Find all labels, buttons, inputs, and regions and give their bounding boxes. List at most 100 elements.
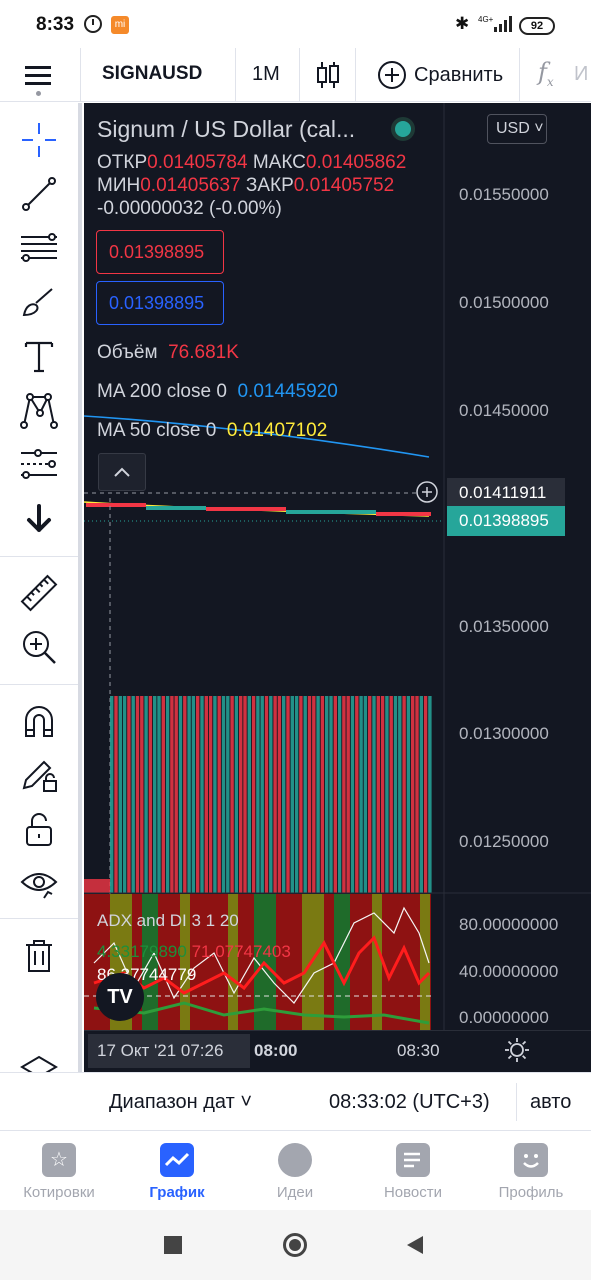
- volume-legend[interactable]: Объём 76.681K: [97, 342, 239, 364]
- lightbulb-icon: [278, 1143, 312, 1177]
- volume-bar: [161, 696, 165, 893]
- buy-button[interactable]: 0.01398895: [96, 281, 224, 325]
- volume-bar: [135, 696, 140, 893]
- volume-bar: [213, 696, 217, 893]
- volume-bar: [178, 696, 183, 893]
- high-value: 0.01405862: [305, 152, 407, 173]
- volume-bar: [256, 696, 260, 893]
- fib-retracement-icon[interactable]: [18, 227, 60, 269]
- trash-icon[interactable]: [18, 934, 60, 976]
- volume-value: 76.681K: [168, 342, 239, 363]
- volume-bar: [243, 696, 247, 893]
- volume-bar: [380, 696, 385, 893]
- ma200-legend[interactable]: MA 200 close 0 0.01445920: [97, 381, 338, 403]
- trend-line-icon[interactable]: [18, 173, 60, 215]
- ma200-value: 0.01445920: [237, 381, 338, 402]
- magnet-icon[interactable]: [18, 700, 60, 742]
- signal-icon: [494, 16, 512, 32]
- adx-level-0: 0.00000000: [459, 1008, 549, 1027]
- price-level-label: 0.01500000: [459, 293, 549, 312]
- currency-button[interactable]: USD ˅: [487, 114, 547, 144]
- forecast-icon[interactable]: [18, 443, 60, 485]
- settings-gear-icon[interactable]: [504, 1037, 530, 1063]
- currency-label: USD: [496, 120, 530, 137]
- volume-bar: [277, 696, 282, 893]
- volume-bar: [196, 696, 200, 893]
- ma200-label: MA 200 close 0: [97, 381, 227, 402]
- date-range-button[interactable]: Диапазон дат ˅: [109, 1091, 252, 1114]
- ruler-icon[interactable]: [18, 572, 60, 614]
- nav-quotes[interactable]: ☆ Котировки: [0, 1143, 118, 1201]
- unlock-icon[interactable]: [18, 808, 60, 850]
- chart-icon: [160, 1143, 194, 1177]
- lock-drawing-icon[interactable]: [18, 754, 60, 796]
- indicators-label[interactable]: И: [574, 63, 588, 86]
- volume-bar: [217, 696, 221, 893]
- nav-label-ideas: Идеи: [276, 1184, 314, 1201]
- volume-bar: [299, 696, 303, 893]
- volume-bar: [406, 696, 411, 893]
- volume-bar: [264, 696, 269, 893]
- volume-bar: [140, 696, 144, 893]
- chart-title[interactable]: Signum / US Dollar (cal...: [97, 116, 355, 143]
- recents-icon[interactable]: [164, 1236, 182, 1254]
- menu-icon[interactable]: [22, 62, 56, 96]
- chevron-up-icon: [114, 467, 130, 477]
- zoom-in-icon[interactable]: [18, 626, 60, 668]
- volume-bar: [303, 696, 307, 893]
- price-level-label: 0.01300000: [459, 724, 549, 743]
- smiley-icon: [514, 1143, 548, 1177]
- candlestick-icon[interactable]: [316, 60, 340, 90]
- back-icon[interactable]: [405, 1234, 427, 1256]
- date-range-bar: Диапазон дат ˅ 08:33:02 (UTC+3) авто: [84, 1072, 591, 1130]
- crosshair-icon[interactable]: [18, 119, 60, 161]
- bluetooth-icon: ✱: [455, 14, 470, 33]
- volume-bar: [312, 696, 316, 893]
- volume-bar: [165, 696, 170, 893]
- volume-bar: [423, 696, 428, 893]
- adx-background-band: [372, 894, 382, 1030]
- interval-button[interactable]: 1M: [252, 63, 280, 86]
- symbol-button[interactable]: SIGNAUSD: [102, 63, 202, 85]
- volume-bar: [118, 696, 122, 893]
- volume-bar: [187, 696, 191, 893]
- open-label: ОТКР: [97, 152, 148, 173]
- price-level-label: 0.01550000: [459, 185, 549, 204]
- system-navigation: [0, 1210, 591, 1280]
- ma50-legend[interactable]: MA 50 close 0 0.01407102: [97, 420, 327, 442]
- change-value: -0.00000032 (-0.00%): [97, 198, 282, 219]
- status-bar: 8:33 mi ✱ 4G+ 92: [0, 0, 591, 48]
- home-icon[interactable]: [283, 1233, 307, 1257]
- nav-news[interactable]: Новости: [354, 1143, 472, 1201]
- collapse-legend-button[interactable]: [98, 453, 146, 491]
- volume-bar: [251, 696, 256, 893]
- tradingview-logo-icon[interactable]: TV: [96, 973, 144, 1021]
- battery-icon: 92: [519, 17, 555, 35]
- indicators-icon[interactable]: fx: [538, 58, 554, 89]
- text-icon[interactable]: [18, 335, 60, 377]
- auto-scale-button[interactable]: авто: [530, 1091, 571, 1114]
- market-status-icon[interactable]: [391, 117, 415, 141]
- compare-button[interactable]: Сравнить: [370, 60, 503, 90]
- drawing-toolbar: [0, 103, 82, 1127]
- volume-bar: [389, 696, 393, 893]
- low-value: 0.01405637: [140, 175, 241, 196]
- time-label-0800: 08:00: [254, 1041, 298, 1060]
- adx-label[interactable]: ADX and DI 3 1 20: [97, 911, 239, 931]
- nav-label-chart: График: [149, 1184, 205, 1201]
- eye-icon[interactable]: [18, 862, 60, 904]
- clock-timezone[interactable]: 08:33:02 (UTC+3): [329, 1091, 490, 1114]
- volume-bar: [411, 696, 415, 893]
- volume-bar: [316, 696, 320, 893]
- sell-button[interactable]: 0.01398895: [96, 230, 224, 274]
- volume-bar: [363, 696, 368, 893]
- pattern-icon[interactable]: [18, 389, 60, 431]
- brush-icon[interactable]: [18, 281, 60, 323]
- adx-background-band: [430, 894, 431, 1030]
- nav-profile[interactable]: Профиль: [472, 1143, 590, 1201]
- volume-bar: [260, 696, 264, 893]
- nav-ideas[interactable]: Идеи: [236, 1143, 354, 1201]
- nav-chart[interactable]: График: [118, 1143, 236, 1201]
- arrow-down-icon[interactable]: [18, 498, 60, 540]
- ma50-value: 0.01407102: [226, 420, 328, 441]
